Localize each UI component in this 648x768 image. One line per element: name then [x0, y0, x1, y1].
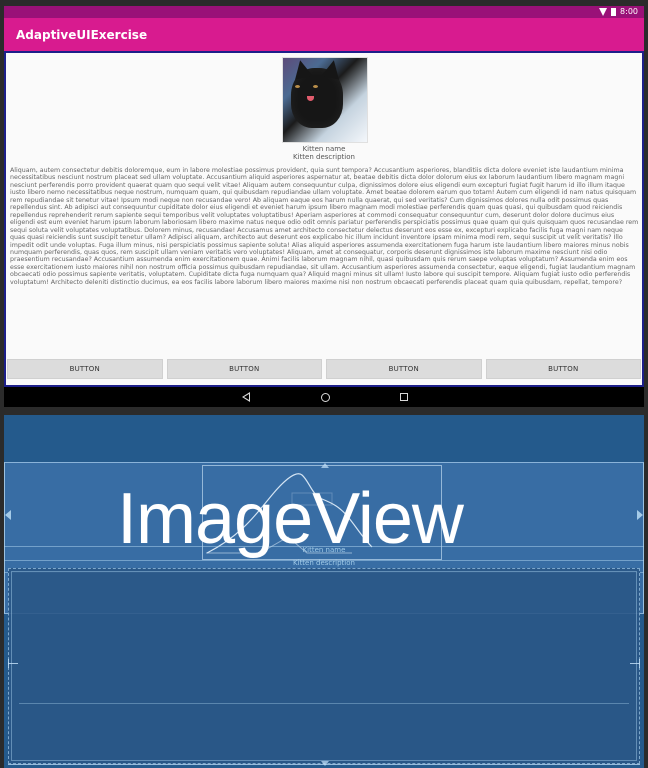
blueprint-divider	[19, 703, 629, 704]
status-time: 8:00	[620, 7, 638, 16]
button-1[interactable]: BUTTON	[7, 359, 163, 379]
button-2[interactable]: BUTTON	[166, 359, 322, 379]
right-resize-handle-icon[interactable]	[637, 510, 643, 520]
battery-icon	[611, 8, 617, 16]
device-preview: 8:00 AdaptiveUIExercise Kitten name Kitt…	[4, 6, 644, 407]
button-4[interactable]: BUTTON	[485, 359, 641, 379]
blueprint-kitten-description: Kitten description	[293, 559, 355, 567]
button-row: BUTTON BUTTON BUTTON BUTTON	[6, 359, 642, 379]
navigation-bar	[4, 387, 644, 407]
cat-right-eye	[313, 85, 318, 88]
blueprint-scroll-inner	[11, 571, 637, 761]
blueprint-kitten-name: Kitten name	[302, 546, 346, 554]
button-3[interactable]: BUTTON	[326, 359, 482, 379]
cat-silhouette	[291, 68, 343, 128]
imageview-label: ImageView	[117, 479, 464, 559]
cat-left-eye	[295, 85, 300, 88]
top-anchor-icon[interactable]	[321, 463, 329, 468]
blueprint-scroll-region	[8, 568, 640, 764]
recents-icon[interactable]	[399, 393, 408, 401]
blueprint-bottom-edge	[8, 764, 640, 765]
left-resize-handle-icon[interactable]	[5, 510, 11, 520]
home-icon[interactable]	[320, 392, 330, 402]
right-constraint-handle-icon[interactable]	[630, 659, 640, 668]
kitten-image	[282, 57, 368, 143]
kitten-name: Kitten name	[302, 145, 346, 153]
lorem-ipsum-text: Aliquam, autem consectetur debitis dolor…	[10, 167, 639, 286]
left-constraint-handle-icon[interactable]	[8, 659, 18, 668]
wifi-icon	[599, 8, 608, 16]
app-title: AdaptiveUIExercise	[16, 27, 148, 42]
status-bar: 8:00	[4, 6, 644, 18]
app-bar: AdaptiveUIExercise	[4, 18, 644, 51]
kitten-description: Kitten description	[293, 153, 355, 161]
app-screen: Kitten name Kitten description Aliquam, …	[4, 51, 644, 387]
blueprint-view: ImageView Kitten name Kitten description	[4, 415, 644, 768]
back-icon[interactable]	[241, 392, 251, 402]
layout-editor-preview: 8:00 AdaptiveUIExercise Kitten name Kitt…	[0, 0, 648, 768]
